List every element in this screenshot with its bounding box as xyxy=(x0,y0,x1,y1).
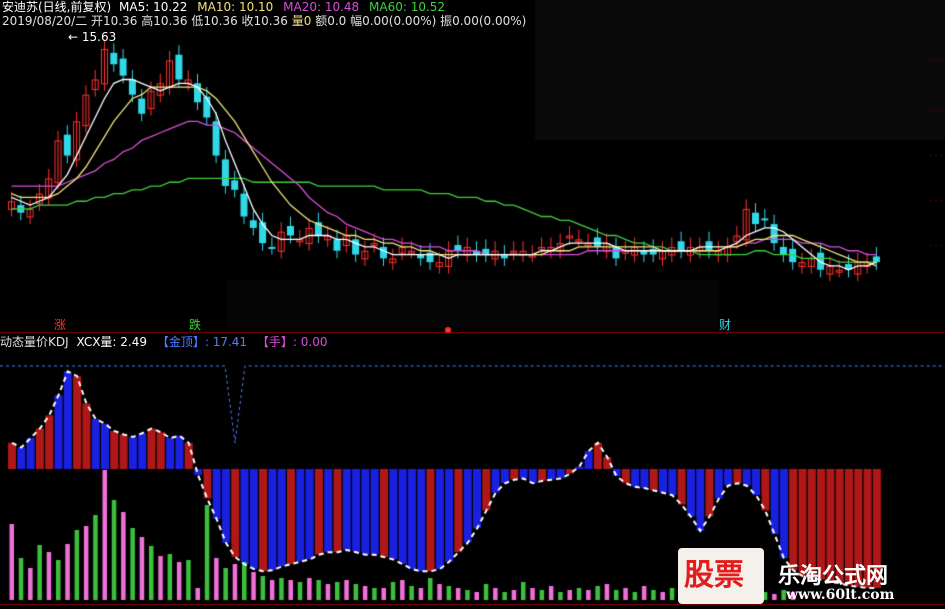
chart-header-line2: 2019/08/20/二 开10.36 高10.36 低10.36 收10.36… xyxy=(2,14,526,28)
amount-text: 额0.0 幅0.00(0.00%) 振0.00(0.00%) xyxy=(315,14,527,28)
max-price-arrow: ← xyxy=(68,30,82,44)
ma5-label: MA5: 10.22 xyxy=(119,0,188,14)
stock-chart-canvas xyxy=(0,0,945,609)
ohlc-text: 2019/08/20/二 开10.36 高10.36 低10.36 收10.36 xyxy=(2,14,288,28)
watermark-title: 乐淘公式网 xyxy=(778,564,889,589)
marker-die: 跌 xyxy=(189,318,202,332)
chart-header-line1: 安迪苏(日线,前复权) MA5: 10.22 MA10: 10.10 MA20:… xyxy=(2,0,445,14)
watermark-left: 股票 xyxy=(684,558,744,593)
vol-text: 量0 xyxy=(291,14,312,28)
indicator-name: 动态量价KDJ xyxy=(0,335,69,349)
max-price-value: 15.63 xyxy=(81,30,117,44)
indicator-jinding: 【金顶】: 17.41 xyxy=(156,335,248,349)
marker-cai: 财 xyxy=(719,318,732,332)
watermark-url: www.60lt.com xyxy=(786,587,895,603)
ma10-label: MA10: 10.10 xyxy=(197,0,274,14)
marker-zhang: 涨 xyxy=(54,318,67,332)
ma20-label: MA20: 10.48 xyxy=(283,0,360,14)
ma60-label: MA60: 10.52 xyxy=(369,0,446,14)
indicator-shou: 【手】: 0.00 xyxy=(256,335,328,349)
indicator-header: 动态量价KDJ XCX量: 2.49 【金顶】: 17.41 【手】: 0.00 xyxy=(0,335,327,349)
max-price-label: ← 15.63 xyxy=(68,30,116,44)
stock-title: 安迪苏(日线,前复权) xyxy=(2,0,112,14)
indicator-xcx: XCX量: 2.49 xyxy=(76,335,148,349)
